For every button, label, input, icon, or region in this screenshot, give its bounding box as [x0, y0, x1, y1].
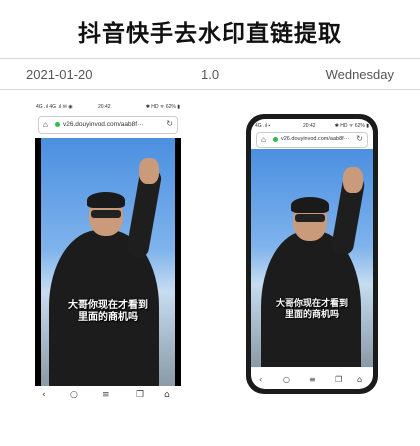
browser-nav-bar: ‹ ○ ≡ ❐ ⌂ — [32, 386, 184, 406]
address-bar[interactable]: ⌂ v26.douyinvod.com/aab8f··· ↻ — [256, 132, 368, 148]
secure-lock-icon — [55, 122, 60, 127]
refresh-icon[interactable]: ↻ — [356, 134, 363, 143]
phone-mockup: 4G .ıl ▪ 20:42 ✱ HD ᯤ 62% ▮ ⌂ v26.douyin… — [246, 114, 378, 394]
status-time: 20:42 — [98, 104, 111, 110]
status-bar: 4G .ıl ▪ 20:42 ✱ HD ᯤ 62% ▮ — [251, 119, 373, 131]
battery-icons: ✱ HD ᯤ 62% ▮ — [145, 104, 180, 110]
battery-icons: ✱ HD ᯤ 62% ▮ — [334, 123, 369, 129]
status-time: 20:42 — [303, 123, 316, 129]
search-icon[interactable]: ○ — [70, 390, 78, 400]
video-frame — [251, 149, 373, 367]
status-bar: 4G .ıl 4G .ıl ✉ ◉ 20:42 ✱ HD ᯤ 62% ▮ — [32, 100, 184, 114]
signal-icons: 4G .ıl ▪ — [255, 123, 271, 129]
search-icon[interactable]: ○ — [283, 375, 290, 384]
tabs-icon[interactable]: ❐ — [335, 375, 342, 384]
menu-icon[interactable]: ≡ — [309, 375, 316, 384]
refresh-icon[interactable]: ↻ — [166, 119, 173, 128]
meta-bar: 2021-01-20 1.0 Wednesday — [0, 58, 420, 90]
video-player[interactable]: 大哥你现在才看到 里面的商机吗 — [251, 149, 373, 367]
tabs-icon[interactable]: ❐ — [136, 390, 144, 400]
browser-nav-bar: ‹ ○ ≡ ❐ ⌂ — [251, 371, 373, 389]
home-icon[interactable]: ⌂ — [43, 120, 48, 129]
browser-screenshot: 4G .ıl 4G .ıl ✉ ◉ 20:42 ✱ HD ᯤ 62% ▮ ⌂ v… — [32, 100, 184, 406]
back-icon[interactable]: ‹ — [42, 390, 46, 400]
home-icon[interactable]: ⌂ — [261, 135, 266, 144]
video-caption: 大哥你现在才看到 里面的商机吗 — [68, 300, 148, 323]
menu-icon[interactable]: ≡ — [102, 390, 110, 400]
home-nav-icon[interactable]: ⌂ — [357, 375, 362, 384]
weekday-label: Wednesday — [325, 67, 394, 82]
video-caption: 大哥你现在才看到 里面的商机吗 — [275, 299, 348, 320]
version-label: 1.0 — [201, 67, 220, 82]
signal-icons: 4G .ıl 4G .ıl ✉ ◉ — [36, 104, 73, 110]
secure-lock-icon — [273, 137, 278, 142]
date-label: 2021-01-20 — [26, 67, 93, 82]
url-text[interactable]: v26.douyinvod.com/aab8f··· — [281, 136, 349, 142]
home-nav-icon[interactable]: ⌂ — [164, 390, 170, 400]
url-text[interactable]: v26.douyinvod.com/aab8f··· — [63, 121, 144, 128]
back-icon[interactable]: ‹ — [259, 375, 262, 384]
video-player[interactable]: 大哥你现在才看到 里面的商机吗 — [35, 138, 181, 386]
phone-screen: 4G .ıl ▪ 20:42 ✱ HD ᯤ 62% ▮ ⌂ v26.douyin… — [251, 119, 373, 389]
address-bar[interactable]: ⌂ v26.douyinvod.com/aab8f··· ↻ — [38, 116, 178, 134]
page-title: 抖音快手去水印直链提取 — [78, 21, 342, 47]
video-frame — [41, 138, 175, 386]
